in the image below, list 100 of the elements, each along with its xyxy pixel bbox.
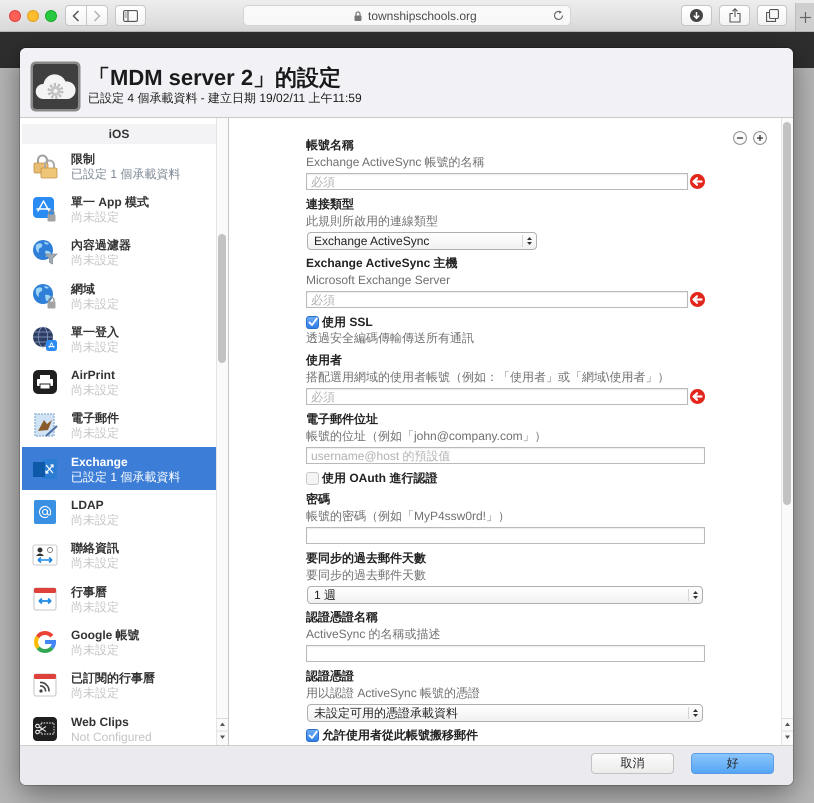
address-field[interactable]: townshipschools.org (243, 5, 571, 26)
updown-arrows-icon (688, 588, 700, 602)
item-status: 尚未設定 (71, 513, 119, 528)
dropdown[interactable]: 未設定可用的憑證承載資料 (307, 704, 703, 722)
checkbox[interactable] (306, 316, 319, 328)
updown-arrows-icon (522, 234, 534, 248)
field-description: Exchange ActiveSync 帳號的名稱 (306, 154, 485, 171)
at-sign-icon (32, 499, 58, 526)
checkbox[interactable] (306, 728, 319, 742)
app-lock-icon (32, 196, 58, 222)
item-status: 尚未設定 (71, 600, 119, 614)
sidebar-item[interactable]: AirPrint 尚未設定 (22, 360, 216, 404)
item-status: 尚未設定 (71, 642, 119, 657)
item-status: 尚未設定 (71, 210, 119, 224)
sidebar-item[interactable]: 行事曆 尚未設定 (22, 576, 216, 620)
sidebar-item[interactable]: 聯絡資訊 尚未設定 (22, 534, 216, 577)
checkbox-label: 允許使用者從此帳號搬移郵件 (322, 727, 478, 743)
field-description: 要同步的過去郵件天數 (306, 567, 426, 584)
sidebar-item[interactable]: LDAP 尚未設定 (22, 490, 216, 534)
close-button[interactable] (9, 10, 21, 22)
item-title: 單一登入 (71, 324, 119, 340)
sidebar-item[interactable]: Google 帳號 尚未設定 (22, 620, 216, 664)
checkbox-label: 使用 SSL (322, 314, 373, 330)
share-button[interactable] (719, 5, 750, 26)
reload-icon[interactable] (553, 10, 564, 21)
text-field[interactable] (306, 527, 705, 544)
dropdown[interactable]: Exchange ActiveSync (307, 232, 537, 250)
item-title: Web Clips (71, 714, 129, 730)
calendar-arrows-icon (32, 586, 58, 612)
section-header: iOS (22, 124, 216, 144)
text-field[interactable] (306, 645, 705, 662)
download-icon (690, 9, 703, 22)
calendar-feed-icon (32, 672, 58, 698)
item-title: AirPrint (71, 367, 116, 384)
field-description: 此規則所啟用的連線類型 (306, 213, 438, 230)
field-label: 要同步的過去郵件天數 (306, 550, 426, 567)
text-field[interactable]: username@host 的預設值 (306, 447, 705, 464)
printer-icon (32, 369, 58, 396)
lock-icon (354, 10, 362, 20)
item-title: 已訂閱的行事曆 (71, 670, 155, 686)
dropdown[interactable]: 1 週 (307, 586, 703, 604)
checkmark-icon (308, 317, 318, 327)
padlocks-icon (32, 152, 58, 179)
sidebar-item[interactable]: Exchange 已設定 1 個承載資料 (22, 447, 216, 490)
field-label: 認證憑證 (306, 668, 354, 685)
tabs-button[interactable] (757, 5, 787, 26)
item-title: 聯絡資訊 (71, 540, 119, 556)
field-label: 認證憑證名稱 (306, 609, 378, 626)
item-status: 尚未設定 (71, 383, 119, 398)
cloud-gear-icon (30, 61, 81, 112)
sidebar-item[interactable]: 網域 尚未設定 (22, 274, 216, 318)
globe-funnel-icon (32, 239, 58, 266)
item-status: 尚未設定 (71, 426, 119, 440)
sidebar-item[interactable]: 單一登入 尚未設定 (22, 317, 216, 360)
sidebar-item[interactable]: Web Clips Not Configured (22, 706, 216, 745)
item-title: 網域 (71, 280, 95, 297)
cancel-button[interactable]: 取消 (591, 753, 674, 774)
chevron-right-icon (93, 10, 101, 22)
sidebar-item[interactable]: 限制 已設定 1 個承載資料 (22, 144, 216, 188)
back-button[interactable] (65, 5, 87, 26)
field-label: 電子郵件位址 (306, 411, 378, 428)
item-status: 已設定 1 個承載資料 (71, 166, 180, 181)
item-title: 限制 (71, 150, 95, 167)
scrollbar-thumb[interactable] (218, 234, 226, 363)
stamp-icon (32, 412, 58, 438)
field-description: 搭配選用網域的使用者帳號（例如：「使用者」或「網域\使用者」） (306, 369, 670, 386)
item-status: 尚未設定 (71, 686, 119, 700)
sidebar-item[interactable]: 內容過濾器 尚未設定 (22, 230, 216, 274)
field-description: 帳號的位址（例如「john@company.com」） (306, 428, 547, 445)
field-label: 連接類型 (306, 196, 354, 213)
sidebar-item[interactable]: 單一 App 模式 尚未設定 (22, 187, 216, 231)
scissors-icon (32, 716, 58, 742)
item-status: 尚未設定 (71, 253, 119, 268)
downloads-button[interactable] (681, 5, 712, 26)
minus-circle-icon (733, 131, 747, 145)
scrollbar-thumb[interactable] (783, 122, 791, 505)
g-logo-icon (32, 628, 58, 655)
checkbox[interactable] (306, 472, 319, 484)
field-label: 密碼 (306, 491, 330, 508)
sidebar-item[interactable]: 已訂閱的行事曆 尚未設定 (22, 664, 216, 707)
field-description: 用以認證 ActiveSync 帳號的憑證 (306, 685, 480, 702)
plus-circle-icon (753, 131, 767, 145)
sidebar-button[interactable] (115, 5, 146, 26)
remove-button[interactable] (733, 131, 747, 145)
item-status: 尚未設定 (71, 340, 119, 354)
item-status: 尚未設定 (71, 556, 119, 570)
text-field[interactable]: 必須 (306, 173, 688, 190)
item-title: LDAP (71, 497, 104, 514)
item-status: 已設定 1 個承載資料 (71, 470, 180, 484)
confirm-button[interactable]: 好 (691, 753, 774, 774)
new-tab-button[interactable] (795, 3, 814, 31)
text-field[interactable]: 必須 (306, 388, 688, 405)
share-icon (728, 8, 740, 23)
sidebar-item[interactable]: 電子郵件 尚未設定 (22, 404, 216, 448)
field-label: 帳號名稱 (306, 137, 354, 154)
item-title: Google 帳號 (71, 626, 140, 643)
add-button[interactable] (753, 131, 767, 145)
dialog-title: 「MDM server 2」的設定 (88, 65, 342, 91)
text-field[interactable]: 必須 (306, 291, 688, 308)
item-title: 單一 App 模式 (71, 194, 149, 210)
